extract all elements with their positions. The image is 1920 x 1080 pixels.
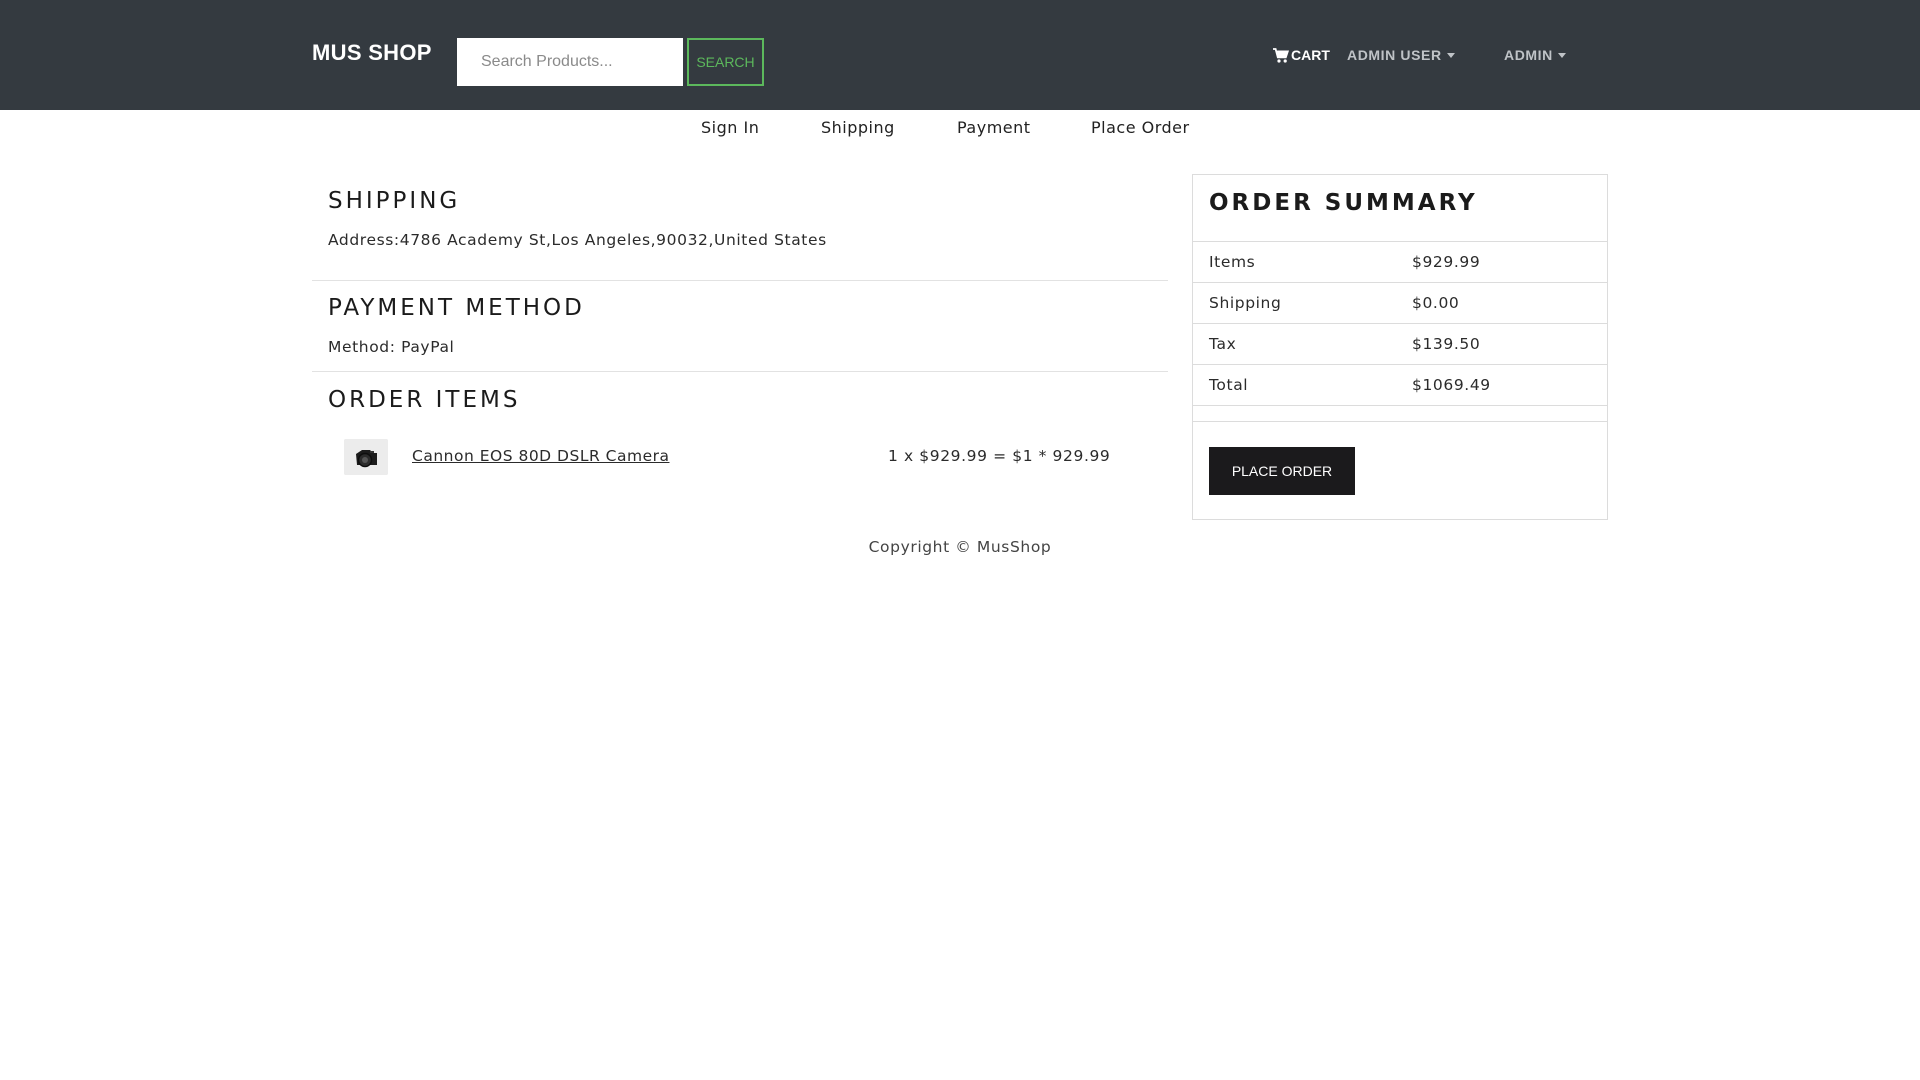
shopping-cart-icon: [1273, 47, 1289, 63]
place-order-button[interactable]: PLACE ORDER: [1209, 447, 1355, 495]
checkout-steps: Sign In Shipping Payment Place Order: [0, 118, 1920, 144]
order-summary-title: ORDER SUMMARY: [1209, 190, 1478, 216]
shipping-title: SHIPPING: [328, 188, 461, 214]
summary-value: $0.00: [1412, 294, 1460, 312]
step-shipping[interactable]: Shipping: [821, 118, 895, 137]
step-place-order[interactable]: Place Order: [1091, 118, 1190, 137]
summary-value: $1069.49: [1412, 376, 1491, 394]
payment-method: Method: PayPal: [328, 338, 455, 356]
step-payment[interactable]: Payment: [957, 118, 1031, 137]
admin-dropdown-label: ADMIN: [1504, 47, 1553, 63]
footer-copyright: Copyright © MusShop: [868, 538, 1052, 556]
summary-row-tax: Tax $139.50: [1193, 323, 1607, 364]
divider: [312, 280, 1168, 281]
summary-row-shipping: Shipping $0.00: [1193, 282, 1607, 323]
list-item: Cannon EOS 80D DSLR Camera 1 x $929.99 =…: [344, 439, 1144, 475]
product-link[interactable]: Cannon EOS 80D DSLR Camera: [412, 447, 669, 465]
caret-down-icon: [1446, 52, 1455, 58]
cart-link[interactable]: CART: [1273, 45, 1330, 65]
shipping-address: Address:4786 Academy St,Los Angeles,9003…: [328, 231, 827, 249]
cart-label: CART: [1291, 47, 1330, 63]
payment-title: PAYMENT METHOD: [328, 295, 585, 321]
top-navbar: MUS SHOP SEARCH CART ADMIN USER ADMIN: [0, 0, 1920, 110]
summary-row-items: Items $929.99: [1193, 241, 1607, 282]
step-sign-in[interactable]: Sign In: [701, 118, 759, 137]
camera-icon: [344, 439, 388, 475]
product-thumbnail: [344, 439, 388, 475]
order-items-title: ORDER ITEMS: [328, 387, 521, 413]
summary-label: Total: [1209, 376, 1249, 394]
search-button[interactable]: SEARCH: [687, 38, 764, 86]
summary-label: Tax: [1209, 335, 1237, 353]
caret-down-icon: [1557, 52, 1566, 58]
item-price-calc: 1 x $929.99 = $1 * 929.99: [888, 447, 1111, 465]
shipping-section: SHIPPING Address:4786 Academy St,Los Ang…: [312, 188, 1168, 249]
summary-value: $139.50: [1412, 335, 1481, 353]
summary-label: Items: [1209, 253, 1256, 271]
summary-row-total: Total $1069.49: [1193, 364, 1607, 405]
search-input[interactable]: [457, 38, 683, 86]
summary-value: $929.99: [1412, 253, 1481, 271]
user-dropdown-label: ADMIN USER: [1347, 47, 1442, 63]
order-summary-card: ORDER SUMMARY Items $929.99 Shipping $0.…: [1192, 174, 1608, 520]
summary-label: Shipping: [1209, 294, 1282, 312]
user-dropdown[interactable]: ADMIN USER: [1347, 45, 1455, 65]
divider: [312, 371, 1168, 372]
summary-error-row: [1193, 405, 1607, 422]
order-items-section: ORDER ITEMS Cannon EOS 80D DSLR Camera 1…: [312, 387, 1168, 475]
brand-logo-link[interactable]: MUS SHOP: [312, 40, 432, 66]
admin-dropdown[interactable]: ADMIN: [1504, 45, 1566, 65]
payment-section: PAYMENT METHOD Method: PayPal: [312, 295, 1168, 356]
